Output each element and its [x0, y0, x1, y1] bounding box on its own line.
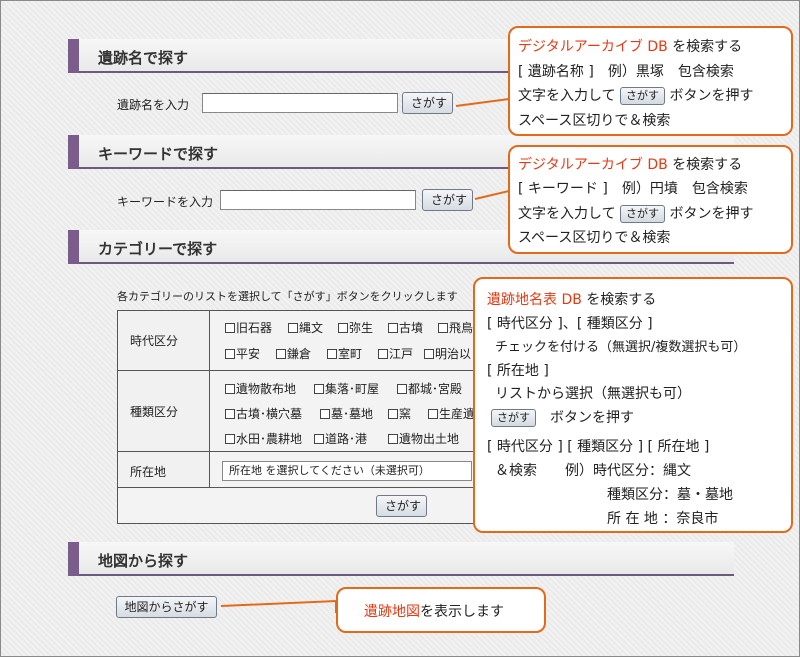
pointer-keyword: [474, 189, 510, 207]
callout-line: 文字を入力して さがす ボタンを押す: [518, 85, 754, 105]
callout-map-search: 遺跡地図を表示します: [336, 587, 546, 633]
callout-db-name: 遺跡地図: [364, 604, 420, 620]
callout-text: ボタンを押す: [669, 88, 754, 104]
callout-text: 文字を入力して: [518, 206, 616, 222]
pointer-map: [220, 599, 337, 613]
callout-text: 所 在 地 ：奈良市: [607, 511, 719, 527]
sample-search-button: さがす: [620, 87, 666, 105]
callout-text: チェックを付ける（無選択/複数選択も可）: [495, 340, 747, 355]
callout-text: ＆検索 例）時代区分：縄文: [495, 463, 691, 479]
callout-line: デジタルアーカイブ DB を検索する: [518, 154, 742, 174]
sample-search-button: さがす: [491, 409, 536, 427]
callout-text: [ 時代区分 ]、[ 種類区分 ]: [487, 316, 653, 332]
callout-db-name: デジタルアーカイブ DB: [518, 157, 668, 173]
callout-text: スペース区切りで＆検索: [518, 113, 671, 129]
callout-category-search: 遺跡地名表 DB を検索する [ 時代区分 ]、[ 種類区分 ] チェックを付け…: [473, 277, 793, 533]
callout-line: 遺跡地図を表示します: [364, 601, 504, 621]
callout-text: [ 遺跡名称 ] 例）黒塚 包含検索: [518, 64, 734, 80]
page-frame: 遺跡名で探す 遺跡名を入力 さがす キーワードで探す キーワードを入力 さがす …: [0, 0, 800, 657]
callout-line: 文字を入力して さがす ボタンを押す: [518, 203, 754, 223]
callout-text: [ 所在地 ]: [487, 363, 549, 379]
pointer-name: [455, 97, 510, 109]
callout-db-name: 遺跡地名表 DB: [487, 292, 582, 308]
sample-search-button: さがす: [620, 205, 666, 223]
callout-text: ボタンを押す: [669, 206, 754, 222]
callout-text: 文字を入力して: [518, 88, 616, 104]
callout-line: さがす ボタンを押す: [491, 407, 634, 427]
callout-line: デジタルアーカイブ DB を検索する: [518, 36, 742, 56]
callout-text: [ キーワード ] 例）円墳 包含検索: [518, 181, 748, 197]
callout-text: を検索する: [667, 157, 743, 173]
callout-text: を検索する: [667, 39, 743, 55]
callout-line: 遺跡地名表 DB を検索する: [487, 289, 656, 309]
callout-keyword-search: デジタルアーカイブ DB を検索する [ キーワード ] 例）円墳 包含検索 文…: [508, 145, 793, 254]
callout-text: を検索する: [581, 292, 657, 308]
callout-db-name: デジタルアーカイブ DB: [518, 39, 668, 55]
callout-text: [ 時代区分 ] [ 種類区分 ] [ 所在地 ]: [487, 439, 710, 455]
callout-text: スペース区切りで＆検索: [518, 230, 671, 246]
callout-text: リストから選択（無選択も可）: [495, 386, 691, 402]
callout-text: 種類区分：墓・墓地: [607, 487, 733, 503]
callout-name-search: デジタルアーカイブ DB を検索する [ 遺跡名称 ] 例）黒塚 包含検索 文字…: [508, 26, 793, 136]
callout-text: ボタンを押す: [550, 410, 634, 426]
callout-text: を表示します: [420, 604, 504, 620]
